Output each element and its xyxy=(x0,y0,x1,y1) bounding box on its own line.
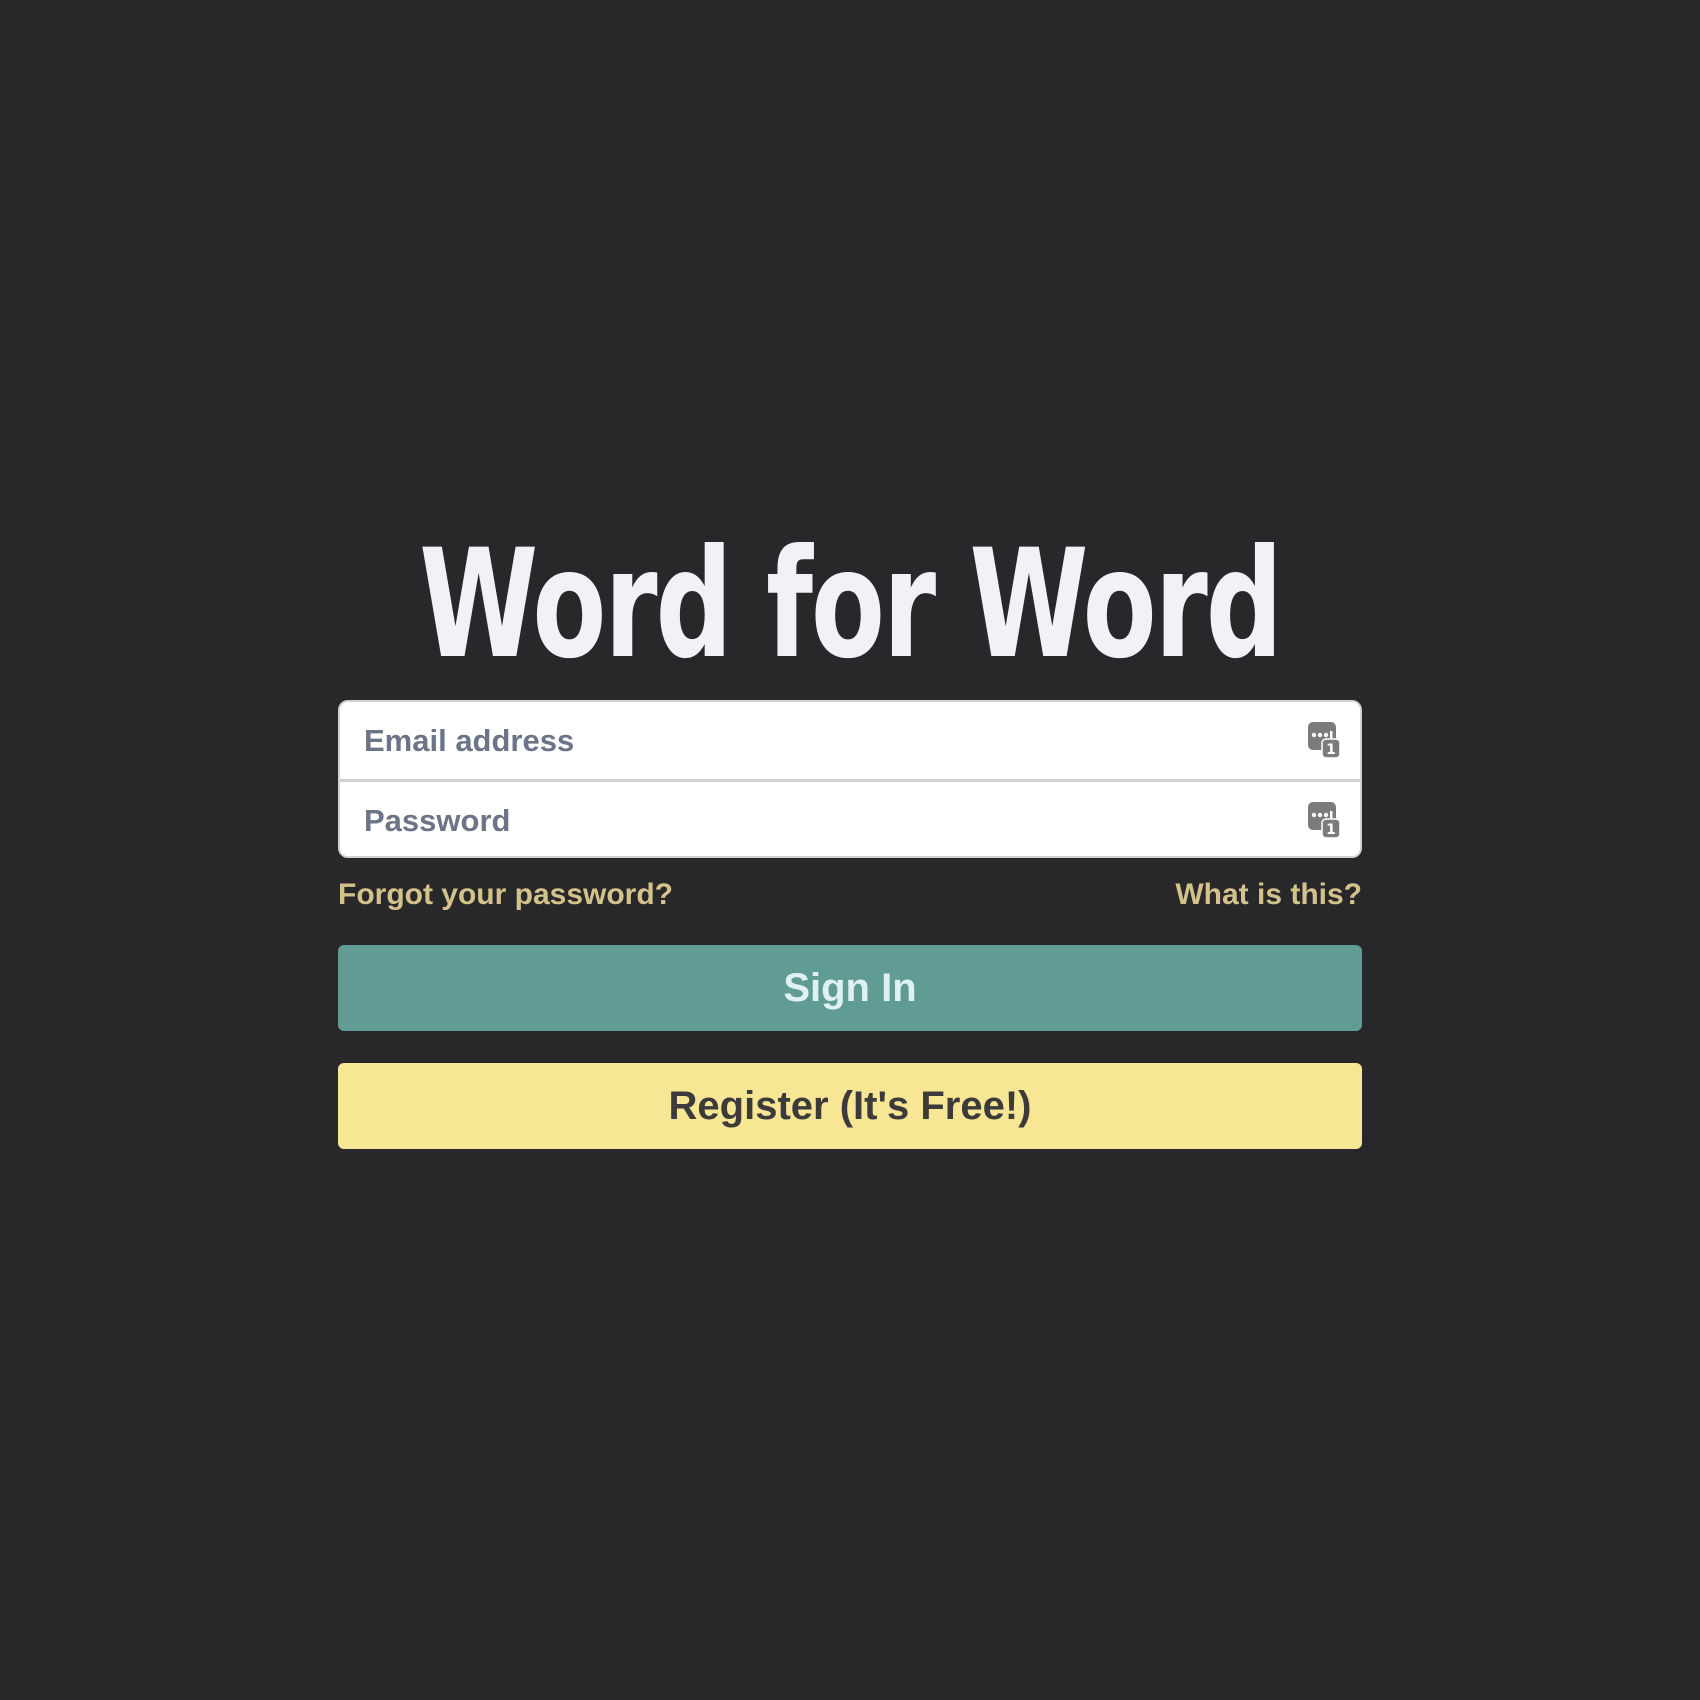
what-is-this-link[interactable]: What is this? xyxy=(1175,878,1362,912)
sign-in-button[interactable]: Sign In xyxy=(338,945,1362,1031)
register-button[interactable]: Register (It's Free!) xyxy=(338,1063,1362,1149)
email-field-wrapper: 1 xyxy=(340,702,1360,779)
password-field-wrapper: 1 xyxy=(340,779,1360,856)
login-form: 1 1 Forgot your password? What is this? … xyxy=(338,700,1362,1149)
auth-links: Forgot your password? What is this? xyxy=(338,878,1362,918)
email-field[interactable] xyxy=(340,702,1360,779)
forgot-password-link[interactable]: Forgot your password? xyxy=(338,878,673,912)
svg-text:1: 1 xyxy=(1326,742,1336,758)
svg-text:1: 1 xyxy=(1326,822,1336,838)
password-manager-icon[interactable]: 1 xyxy=(1308,722,1340,758)
credentials-group: 1 1 xyxy=(338,700,1362,858)
password-field[interactable] xyxy=(340,782,1360,856)
page-title: Word for Word xyxy=(419,518,1283,692)
password-manager-icon[interactable]: 1 xyxy=(1308,802,1340,838)
